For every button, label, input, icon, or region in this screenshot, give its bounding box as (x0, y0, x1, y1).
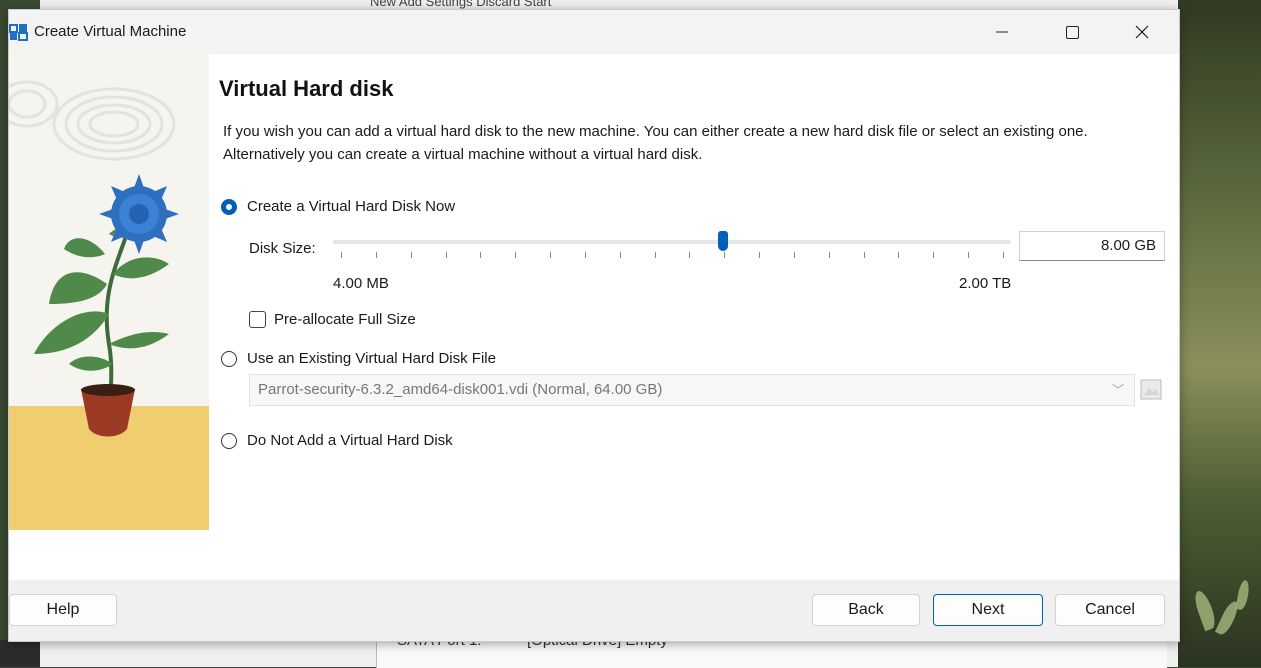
slider-tick (864, 252, 865, 258)
cancel-button[interactable]: Cancel (1055, 594, 1165, 626)
close-icon (1135, 25, 1149, 39)
wizard-page: Virtual Hard disk If you wish you can ad… (9, 54, 1179, 580)
disk-size-input[interactable]: 8.00 GB (1019, 231, 1165, 261)
slider-track[interactable] (333, 240, 1011, 244)
disk-size-min-label: 4.00 MB (333, 275, 389, 292)
close-button[interactable] (1115, 10, 1169, 54)
disk-size-slider[interactable] (333, 230, 1011, 270)
option-do-not-add-label: Do Not Add a Virtual Hard Disk (247, 432, 453, 449)
radio-unselected-icon[interactable] (221, 350, 237, 367)
help-button[interactable]: Help (9, 594, 117, 626)
slider-tick (898, 252, 899, 258)
slider-tick (341, 252, 342, 258)
slider-tick (411, 252, 412, 258)
virtualbox-icon (9, 22, 29, 42)
back-button[interactable]: Back (812, 594, 920, 626)
option-use-existing[interactable]: Use an Existing Virtual Hard Disk File (221, 350, 496, 367)
desktop-left-edge (0, 640, 40, 667)
minimize-button[interactable] (975, 10, 1029, 54)
next-button[interactable]: Next (933, 594, 1043, 626)
preallocate-checkbox[interactable] (249, 311, 266, 328)
wizard-footer: Help Back Next Cancel (9, 580, 1179, 641)
slider-tick (620, 252, 621, 258)
option-create-now[interactable]: Create a Virtual Hard Disk Now (221, 198, 455, 215)
window-title: Create Virtual Machine (34, 23, 187, 40)
desktop-wallpaper (1178, 0, 1261, 667)
slider-tick (515, 252, 516, 258)
wizard-illustration (9, 54, 209, 530)
slider-tick (446, 252, 447, 258)
option-do-not-add[interactable]: Do Not Add a Virtual Hard Disk (221, 432, 453, 449)
page-title: Virtual Hard disk (219, 76, 394, 101)
create-vm-dialog: Create Virtual Machine Virtual Hard disk… (8, 9, 1180, 642)
slider-tick (585, 252, 586, 258)
minimize-icon (996, 31, 1008, 33)
slider-tick (376, 252, 377, 258)
disk-size-max-label: 2.00 TB (959, 275, 1012, 292)
slider-tick (480, 252, 481, 258)
folder-icon (1140, 379, 1162, 400)
maximize-icon (1065, 25, 1079, 39)
slider-tick (968, 252, 969, 258)
maximize-button[interactable] (1045, 10, 1099, 54)
slider-tick (689, 252, 690, 258)
existing-disk-combobox[interactable]: Parrot-security-6.3.2_amd64-disk001.vdi … (249, 374, 1135, 406)
page-description: If you wish you can add a virtual hard d… (223, 123, 1088, 163)
slider-tick (724, 252, 725, 258)
slider-tick (655, 252, 656, 258)
option-create-now-label: Create a Virtual Hard Disk Now (247, 198, 456, 215)
title-bar: Create Virtual Machine (9, 10, 1179, 54)
existing-disk-value: Parrot-security-6.3.2_amd64-disk001.vdi … (258, 381, 663, 398)
radio-selected-icon[interactable] (221, 198, 237, 215)
slider-tick (1003, 252, 1004, 258)
slider-tick (794, 252, 795, 258)
slider-tick (829, 252, 830, 258)
preallocate-option[interactable]: Pre-allocate Full Size (249, 311, 416, 328)
slider-thumb[interactable] (718, 231, 728, 251)
choose-disk-file-button[interactable] (1139, 376, 1163, 402)
slider-tick (759, 252, 760, 258)
chevron-down-icon[interactable]: ﹀ (1112, 375, 1124, 405)
option-use-existing-label: Use an Existing Virtual Hard Disk File (247, 350, 496, 367)
slider-tick (933, 252, 934, 258)
radio-unselected-icon[interactable] (221, 432, 237, 449)
preallocate-label: Pre-allocate Full Size (274, 311, 416, 328)
slider-tick (550, 252, 551, 258)
disk-size-label: Disk Size: (249, 240, 316, 257)
